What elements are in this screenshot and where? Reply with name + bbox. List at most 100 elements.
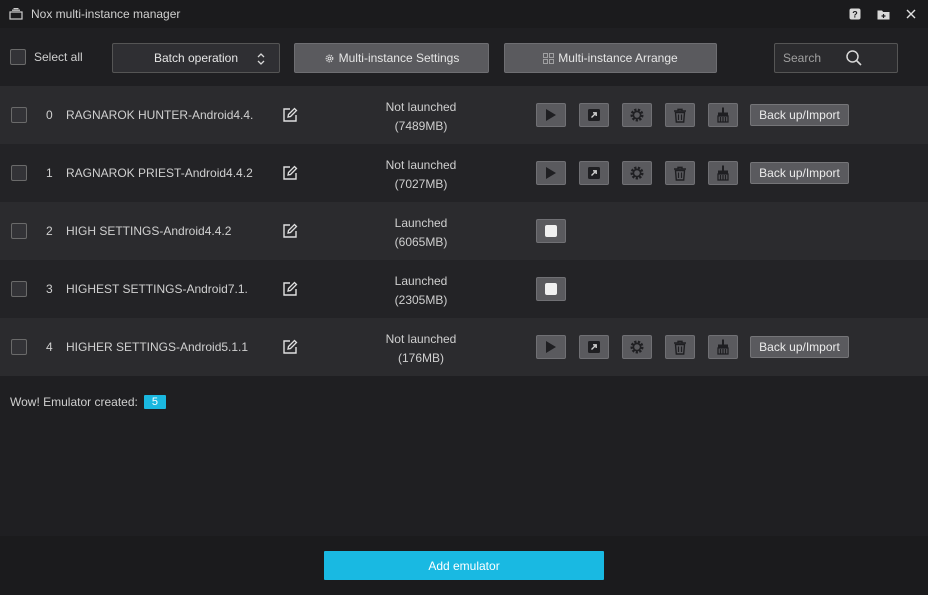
batch-operation-label: Batch operation	[153, 51, 239, 65]
delete-button[interactable]	[665, 161, 695, 185]
window-title: Nox multi-instance manager	[31, 7, 181, 21]
edit-name-icon[interactable]	[282, 165, 298, 184]
shortcut-button[interactable]	[579, 103, 609, 127]
search-input[interactable]	[781, 50, 845, 66]
emulator-created-label: Wow! Emulator created:	[10, 395, 138, 409]
multi-instance-settings-label: Multi-instance Settings	[338, 51, 460, 65]
start-button[interactable]	[536, 103, 566, 127]
gear-icon	[325, 54, 333, 62]
instance-status: Not launched	[385, 332, 457, 346]
svg-text:?: ?	[852, 10, 858, 20]
instance-memory: (6065MB)	[394, 235, 448, 249]
search-box[interactable]	[774, 43, 898, 73]
shortcut-button[interactable]	[579, 161, 609, 185]
instance-checkbox[interactable]	[11, 223, 27, 239]
close-icon[interactable]	[904, 7, 918, 21]
instance-name: HIGHER SETTINGS-Android5.1.1	[66, 340, 249, 354]
instance-checkbox[interactable]	[11, 165, 27, 181]
stop-button[interactable]	[536, 219, 566, 243]
toolbar: Select all Batch operation Multi-instanc…	[0, 38, 928, 78]
multi-instance-icon	[9, 8, 23, 20]
play-icon	[546, 167, 556, 179]
broom-icon	[717, 107, 729, 123]
broom-icon	[717, 165, 729, 181]
multi-instance-arrange-button[interactable]: Multi-instance Arrange	[504, 43, 717, 73]
emulator-count-info: Wow! Emulator created: 5	[10, 395, 166, 409]
clean-button[interactable]	[708, 161, 738, 185]
instance-status: Not launched	[385, 158, 457, 172]
instance-name: HIGHEST SETTINGS-Android7.1.	[66, 282, 248, 296]
stop-button[interactable]	[536, 277, 566, 301]
start-button[interactable]	[536, 335, 566, 359]
shortcut-icon	[588, 167, 600, 179]
instance-checkbox[interactable]	[11, 339, 27, 355]
instance-status: Not launched	[385, 100, 457, 114]
clean-button[interactable]	[708, 103, 738, 127]
updown-chevron-icon	[257, 53, 265, 65]
instance-index: 4	[46, 340, 53, 354]
instance-row: 0 RAGNAROK HUNTER-Android4.4. Not launch…	[0, 86, 928, 144]
edit-name-icon[interactable]	[282, 223, 298, 242]
edit-name-icon[interactable]	[282, 339, 298, 358]
trash-icon	[674, 340, 686, 355]
delete-button[interactable]	[665, 103, 695, 127]
backup-import-button[interactable]: Back up/Import	[750, 336, 849, 358]
gear-icon	[630, 340, 644, 354]
instance-memory: (7027MB)	[394, 177, 448, 191]
instance-name: RAGNAROK PRIEST-Android4.4.2	[66, 166, 253, 180]
instance-index: 3	[46, 282, 53, 296]
shortcut-icon	[588, 341, 600, 353]
trash-icon	[674, 166, 686, 181]
stop-icon	[545, 283, 557, 295]
instance-name: RAGNAROK HUNTER-Android4.4.	[66, 108, 254, 122]
backup-import-button[interactable]: Back up/Import	[750, 162, 849, 184]
select-all-checkbox[interactable]	[10, 49, 26, 65]
select-all-label: Select all	[34, 50, 83, 64]
instance-row: 4 HIGHER SETTINGS-Android5.1.1 Not launc…	[0, 318, 928, 376]
stop-icon	[545, 225, 557, 237]
emulator-count-badge: 5	[143, 395, 166, 409]
instance-name: HIGH SETTINGS-Android4.4.2	[66, 224, 232, 238]
play-icon	[546, 341, 556, 353]
instance-memory: (2305MB)	[394, 293, 448, 307]
help-icon[interactable]: ?	[848, 7, 862, 21]
instance-index: 2	[46, 224, 53, 238]
instance-memory: (176MB)	[397, 351, 444, 365]
delete-button[interactable]	[665, 335, 695, 359]
instance-index: 0	[46, 108, 53, 122]
select-all[interactable]: Select all	[10, 49, 83, 65]
instance-memory: (7489MB)	[394, 119, 448, 133]
add-emulator-button[interactable]: Add emulator	[324, 551, 604, 580]
search-icon[interactable]	[845, 49, 863, 67]
instance-status: Launched	[394, 216, 448, 230]
multi-instance-settings-button[interactable]: Multi-instance Settings	[294, 43, 489, 73]
settings-button[interactable]	[622, 103, 652, 127]
footer: Add emulator	[0, 536, 928, 595]
settings-button[interactable]	[622, 161, 652, 185]
multi-instance-arrange-label: Multi-instance Arrange	[558, 51, 678, 65]
title-bar: Nox multi-instance manager ?	[0, 0, 928, 28]
instance-row: 2 HIGH SETTINGS-Android4.4.2 Launched (6…	[0, 202, 928, 260]
batch-operation-dropdown[interactable]: Batch operation	[112, 43, 280, 73]
instance-status: Launched	[394, 274, 448, 288]
edit-name-icon[interactable]	[282, 107, 298, 126]
gear-icon	[630, 166, 644, 180]
instance-list: 0 RAGNAROK HUNTER-Android4.4. Not launch…	[0, 86, 928, 376]
shortcut-button[interactable]	[579, 335, 609, 359]
play-icon	[546, 109, 556, 121]
instance-row: 1 RAGNAROK PRIEST-Android4.4.2 Not launc…	[0, 144, 928, 202]
instance-checkbox[interactable]	[11, 281, 27, 297]
broom-icon	[717, 339, 729, 355]
backup-import-button[interactable]: Back up/Import	[750, 104, 849, 126]
trash-icon	[674, 108, 686, 123]
start-button[interactable]	[536, 161, 566, 185]
instance-row: 3 HIGHEST SETTINGS-Android7.1. Launched …	[0, 260, 928, 318]
instance-index: 1	[46, 166, 53, 180]
edit-name-icon[interactable]	[282, 281, 298, 300]
instance-checkbox[interactable]	[11, 107, 27, 123]
clean-button[interactable]	[708, 335, 738, 359]
folder-icon[interactable]	[876, 7, 890, 21]
settings-button[interactable]	[622, 335, 652, 359]
shortcut-icon	[588, 109, 600, 121]
gear-icon	[630, 108, 644, 122]
